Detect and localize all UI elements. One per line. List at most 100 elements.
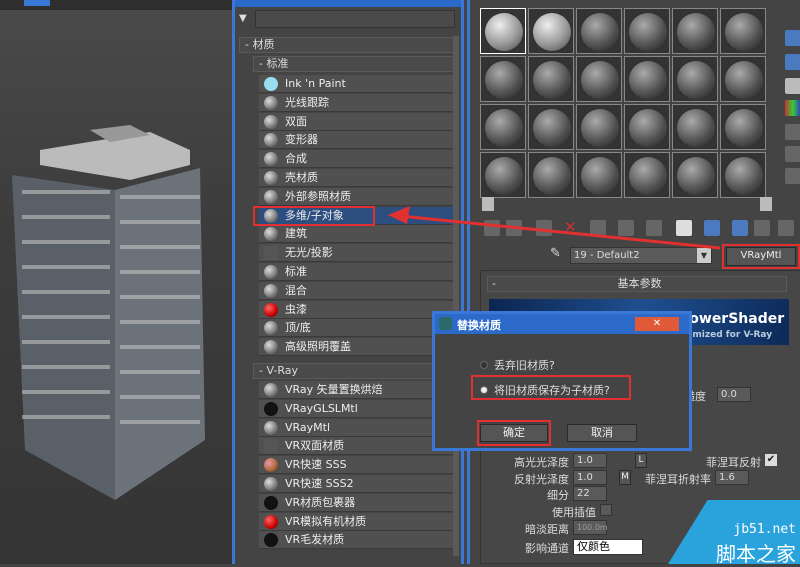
show-end-result-icon[interactable] <box>732 220 748 236</box>
sample-slot[interactable] <box>528 152 574 198</box>
get-material-icon[interactable] <box>484 220 500 236</box>
material-name-dropdown[interactable]: 19 - Default2 ▼ <box>570 247 712 264</box>
sample-sphere-icon <box>485 157 523 195</box>
fresnel-ior-field[interactable]: 1.6 <box>715 470 749 485</box>
sample-sphere-icon <box>725 109 763 147</box>
sample-slot[interactable] <box>624 104 670 150</box>
radio-discard[interactable]: 丢弃旧材质? <box>480 357 555 373</box>
copy-material-icon[interactable] <box>590 220 606 236</box>
material-item[interactable]: VR快速 SSS <box>259 456 455 475</box>
sample-slot[interactable] <box>576 104 622 150</box>
material-item[interactable]: VR模拟有机材质 <box>259 512 455 531</box>
refl-gloss-map-button[interactable]: M <box>619 470 631 485</box>
material-item[interactable]: VR双面材质 <box>259 437 455 456</box>
video-color-check-icon[interactable] <box>785 100 800 116</box>
material-item[interactable]: 壳材质 <box>259 169 455 187</box>
side-toolbar <box>783 30 800 200</box>
material-item[interactable]: 混合 <box>259 281 455 300</box>
material-item[interactable]: VR材质包裹器 <box>259 493 455 512</box>
hilight-lock-button[interactable]: L <box>635 453 647 468</box>
close-button[interactable]: ✕ <box>635 317 679 331</box>
sample-slot[interactable] <box>576 152 622 198</box>
make-unique-icon[interactable] <box>618 220 634 236</box>
select-by-material-icon[interactable] <box>785 168 800 184</box>
sample-sphere-icon <box>581 157 619 195</box>
uv-tiling-icon[interactable] <box>785 78 800 94</box>
material-item[interactable]: 顶/底 <box>259 319 455 338</box>
sample-slot[interactable] <box>720 152 766 198</box>
sample-slot[interactable] <box>672 152 718 198</box>
sample-slot[interactable] <box>720 104 766 150</box>
sample-slot[interactable] <box>528 8 574 54</box>
sample-slot[interactable] <box>672 56 718 102</box>
material-item[interactable]: 变形器 <box>259 131 455 150</box>
sample-slot[interactable] <box>576 8 622 54</box>
put-to-library-icon[interactable] <box>646 220 662 236</box>
affect-channels-dropdown[interactable]: 仅颜色 <box>573 539 643 555</box>
dim-dist-field[interactable]: 100.0m <box>573 520 608 535</box>
sample-type-icon[interactable] <box>785 30 800 46</box>
go-to-parent-icon[interactable] <box>754 220 770 236</box>
delete-icon[interactable]: ✕ <box>564 218 577 236</box>
filter-dropdown-icon[interactable]: ▼ <box>239 13 247 24</box>
material-item[interactable]: 外部参照材质 <box>259 187 455 206</box>
material-item[interactable]: 标准 <box>259 263 455 281</box>
material-item[interactable]: VR毛发材质 <box>259 531 455 550</box>
sample-slot[interactable] <box>720 8 766 54</box>
show-map-icon[interactable] <box>704 220 720 236</box>
hilight-gloss-field[interactable]: 1.0 <box>573 453 607 468</box>
use-interp-checkbox[interactable] <box>600 504 612 516</box>
material-item[interactable]: VR快速 SSS2 <box>259 475 455 493</box>
group-vray[interactable]: - V-Ray <box>253 363 457 379</box>
material-item[interactable]: 建筑 <box>259 225 455 244</box>
sample-slot[interactable] <box>672 104 718 150</box>
cancel-button[interactable]: 取消 <box>567 424 637 442</box>
browser-titlebar <box>235 0 461 7</box>
roughness-field[interactable]: 0.0 <box>717 387 751 402</box>
go-forward-icon[interactable] <box>778 220 794 236</box>
radio-discard-circle[interactable] <box>480 361 488 369</box>
background-icon[interactable] <box>785 54 800 70</box>
make-preview-icon[interactable] <box>785 124 800 140</box>
rollout-basic-params[interactable]: - 基本参数 <box>487 276 787 292</box>
material-item-label: VRay 矢量置换烘焙 <box>285 383 383 396</box>
sample-slot[interactable] <box>672 8 718 54</box>
eyedropper-icon[interactable]: ✎ <box>550 246 561 261</box>
sample-slot[interactable] <box>528 56 574 102</box>
assign-material-icon[interactable] <box>536 220 552 236</box>
group-standard[interactable]: - 标准 <box>253 56 457 72</box>
chevron-down-icon[interactable]: ▼ <box>697 248 711 263</box>
viewport-3d[interactable] <box>0 0 232 564</box>
sample-slot[interactable] <box>624 8 670 54</box>
slot-scroll-left[interactable] <box>482 197 494 211</box>
sample-slot[interactable] <box>624 152 670 198</box>
browser-scrollbar[interactable] <box>453 36 459 556</box>
material-item[interactable]: VRay 矢量置换烘焙 <box>259 381 455 399</box>
material-item[interactable]: 无光/投影 <box>259 244 455 263</box>
sample-slot[interactable] <box>480 152 526 198</box>
material-item[interactable]: 双面 <box>259 112 455 131</box>
material-item[interactable]: 光线跟踪 <box>259 93 455 112</box>
sample-slot[interactable] <box>480 8 526 54</box>
material-id-icon[interactable] <box>676 220 692 236</box>
put-to-scene-icon[interactable] <box>506 220 522 236</box>
group-materials[interactable]: - 材质 <box>239 37 457 53</box>
slot-scroll-right[interactable] <box>760 197 772 211</box>
material-item[interactable]: Ink 'n Paint <box>259 75 455 93</box>
fresnel-checkbox[interactable]: ✔ <box>765 454 777 466</box>
sample-slot[interactable] <box>528 104 574 150</box>
material-item[interactable]: 合成 <box>259 150 455 169</box>
refl-gloss-field[interactable]: 1.0 <box>573 470 607 485</box>
sample-slot[interactable] <box>720 56 766 102</box>
subdivs-field[interactable]: 22 <box>573 486 607 501</box>
material-item[interactable]: VRayGLSLMtl <box>259 399 455 418</box>
sample-slot[interactable] <box>480 56 526 102</box>
material-item[interactable]: 高级照明覆盖 <box>259 338 455 357</box>
material-item[interactable]: 虫漆 <box>259 300 455 319</box>
sample-slot[interactable] <box>624 56 670 102</box>
search-input[interactable] <box>255 10 455 28</box>
options-icon[interactable] <box>785 146 800 162</box>
sample-slot[interactable] <box>480 104 526 150</box>
sample-slot[interactable] <box>576 56 622 102</box>
material-item[interactable]: VRayMtl <box>259 418 455 437</box>
